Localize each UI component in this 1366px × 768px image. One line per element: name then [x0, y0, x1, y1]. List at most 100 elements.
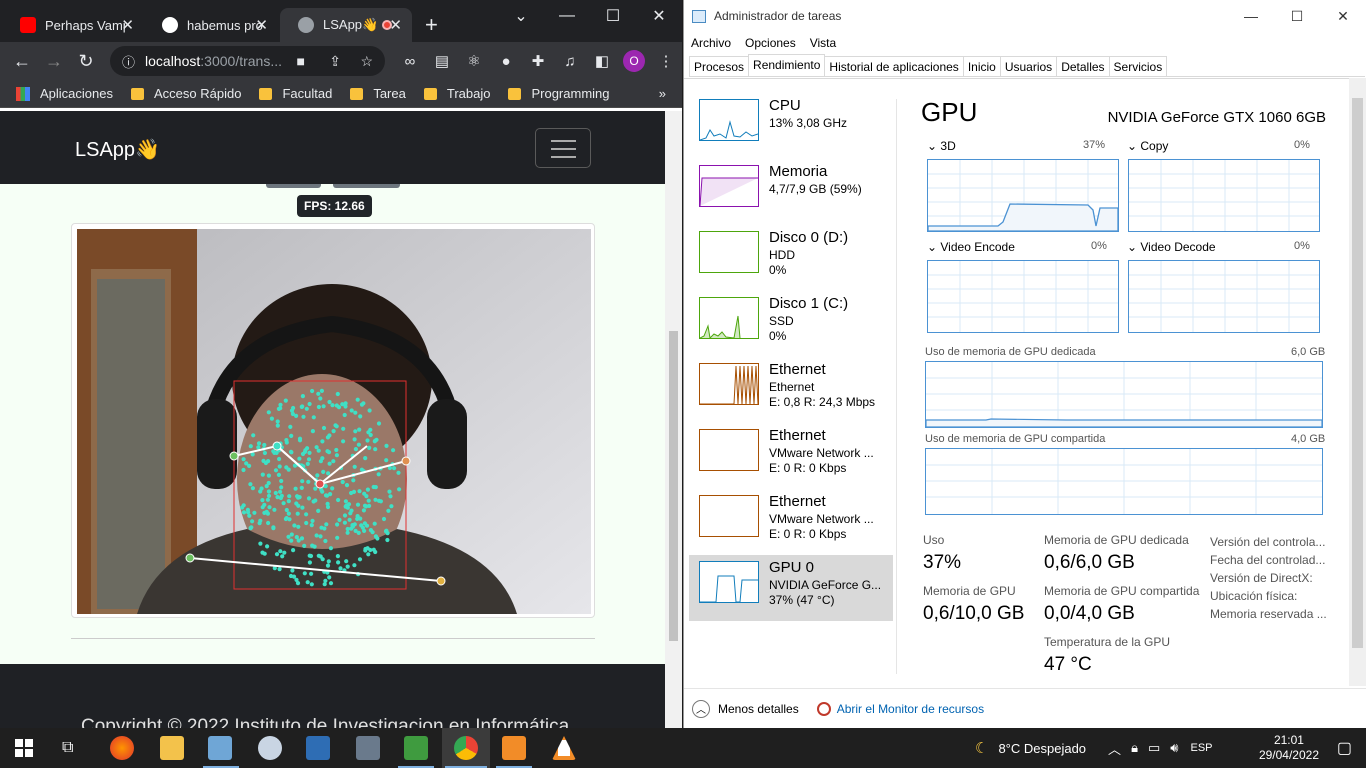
- file-explorer-icon[interactable]: [160, 736, 184, 760]
- engine-encode-percent: 0%: [1091, 240, 1107, 252]
- bookmark-folder[interactable]: Trabajo: [423, 86, 490, 101]
- extension-glasses-icon[interactable]: ∞: [394, 53, 426, 70]
- close-window-button[interactable]: ✕: [636, 0, 682, 32]
- task-view-icon[interactable]: ⧉: [62, 739, 73, 757]
- url-host: localhost: [145, 53, 201, 69]
- close-icon[interactable]: ✕: [389, 16, 402, 34]
- resource-monitor-link[interactable]: Abrir el Monitor de recursos: [816, 701, 984, 716]
- minimize-button[interactable]: —: [1228, 0, 1274, 32]
- sublime-text-icon[interactable]: [502, 736, 526, 760]
- weather-label[interactable]: 8°C Despejado: [998, 741, 1086, 756]
- chevron-up-icon[interactable]: ︿: [1108, 739, 1121, 758]
- bookmark-folder[interactable]: Facultad: [259, 86, 332, 101]
- engine-3d-graph: [927, 159, 1119, 232]
- tab-inicio[interactable]: Inicio: [962, 56, 1001, 76]
- resource-item-2[interactable]: Disco 0 (D:) HDD 0%: [689, 225, 893, 291]
- tab-lsapp[interactable]: LSApp👋 ✕: [280, 8, 412, 42]
- engine-encode-dropdown[interactable]: ⌄ Video Encode: [927, 240, 1015, 254]
- forward-button[interactable]: →: [38, 51, 70, 72]
- reload-button[interactable]: ↻: [70, 51, 102, 72]
- resource-item-4[interactable]: Ethernet Ethernet E: 0,8 R: 24,3 Mbps: [689, 357, 893, 423]
- side-panel-icon[interactable]: ◧: [586, 52, 618, 70]
- language-indicator[interactable]: ESP: [1190, 742, 1212, 754]
- resource-item-7[interactable]: GPU 0 NVIDIA GeForce G... 37% (47 °C): [689, 555, 893, 621]
- clock-time: 21:01: [1273, 733, 1304, 747]
- extension-color-icon[interactable]: ●: [490, 53, 522, 70]
- resource-item-1[interactable]: Memoria 4,7/7,9 GB (59%): [689, 159, 893, 225]
- address-bar[interactable]: ⓘ localhost :3000/trans... ■ ⇪ ☆: [110, 46, 385, 76]
- clock[interactable]: 21:01 29/04/2022: [1259, 733, 1319, 763]
- calculator-icon[interactable]: [356, 736, 380, 760]
- tab-historial[interactable]: Historial de aplicaciones: [824, 56, 964, 76]
- volume-icon[interactable]: 🔊︎: [1170, 740, 1178, 756]
- menu-archivo[interactable]: Archivo: [691, 36, 731, 50]
- screen-app-icon[interactable]: [208, 736, 232, 760]
- tab-servicios[interactable]: Servicios: [1108, 56, 1168, 76]
- paint-icon[interactable]: [258, 736, 282, 760]
- stat-dedicated-memory: Memoria de GPU dedicada 0,6/6,0 GB: [1044, 533, 1189, 573]
- firefox-icon[interactable]: [110, 736, 134, 760]
- resource-item-0[interactable]: CPU 13% 3,08 GHz: [689, 93, 893, 159]
- media-control-icon[interactable]: ♫: [554, 53, 586, 70]
- tab-usuarios[interactable]: Usuarios: [999, 56, 1058, 76]
- navbar-toggler-button[interactable]: [535, 128, 591, 168]
- resource-item-6[interactable]: Ethernet VMware Network ... E: 0 R: 0 Kbps: [689, 489, 893, 555]
- tm-scrollbar[interactable]: [1349, 78, 1366, 686]
- menu-opciones[interactable]: Opciones: [745, 36, 796, 50]
- bookmarks-overflow-icon[interactable]: »: [659, 86, 666, 101]
- extension-doc-icon[interactable]: ▤: [426, 52, 458, 70]
- new-tab-button[interactable]: +: [425, 12, 438, 38]
- profile-avatar[interactable]: O: [623, 50, 645, 72]
- chevron-down-icon[interactable]: ⌄: [498, 0, 544, 32]
- notifications-icon[interactable]: ▢: [1337, 738, 1352, 758]
- chrome-icon[interactable]: [454, 736, 478, 760]
- tab-rendimiento[interactable]: Rendimiento: [748, 54, 826, 76]
- tab-github[interactable]: habemus pro ✕: [144, 8, 278, 42]
- maximize-button[interactable]: ☐: [590, 0, 636, 32]
- tab-procesos[interactable]: Procesos: [689, 56, 750, 76]
- menu-kebab-icon[interactable]: ⋮: [650, 52, 682, 70]
- app-brand[interactable]: LSApp👋: [75, 137, 160, 162]
- control-button[interactable]: [333, 184, 400, 188]
- bookmarks-bar: Aplicaciones Acceso Rápido Facultad Tare…: [0, 80, 682, 108]
- tab-detalles[interactable]: Detalles: [1056, 56, 1110, 76]
- clock-date: 29/04/2022: [1258, 748, 1319, 762]
- lock-icon[interactable]: 🔒︎: [1131, 740, 1138, 756]
- network-icon[interactable]: ▭: [1148, 740, 1160, 756]
- menu-vista[interactable]: Vista: [810, 36, 836, 50]
- resource-item-3[interactable]: Disco 1 (C:) SSD 0%: [689, 291, 893, 357]
- star-icon[interactable]: ☆: [360, 53, 373, 70]
- engine-copy-dropdown[interactable]: ⌄ Copy: [1127, 139, 1168, 153]
- bookmark-folder[interactable]: Acceso Rápido: [131, 86, 241, 101]
- task-manager-taskbar-icon[interactable]: [404, 736, 428, 760]
- webcam-video: [77, 229, 591, 614]
- folder-icon: [131, 87, 144, 100]
- control-button[interactable]: [266, 184, 321, 188]
- vlc-icon[interactable]: [552, 736, 576, 760]
- back-button[interactable]: ←: [6, 51, 38, 72]
- less-details-link[interactable]: Menos detalles: [718, 702, 799, 716]
- close-icon[interactable]: ✕: [121, 16, 134, 34]
- resource-item-5[interactable]: Ethernet VMware Network ... E: 0 R: 0 Kbps: [689, 423, 893, 489]
- tab-youtube[interactable]: Perhaps Vamp ✕: [2, 8, 144, 42]
- extensions-puzzle-icon[interactable]: ✚: [522, 52, 554, 70]
- extension-react-icon[interactable]: ⚛: [458, 52, 490, 70]
- start-windows-icon[interactable]: [15, 739, 33, 757]
- close-icon[interactable]: ✕: [255, 16, 268, 34]
- bookmark-apps[interactable]: Aplicaciones: [16, 86, 113, 101]
- chevron-up-icon[interactable]: ︿: [692, 699, 710, 718]
- page-scrollbar[interactable]: [665, 111, 682, 728]
- minimize-button[interactable]: —: [544, 0, 590, 32]
- url-path: :3000/trans...: [200, 53, 282, 69]
- engine-decode-dropdown[interactable]: ⌄ Video Decode: [1127, 240, 1216, 254]
- camera-icon[interactable]: ■: [297, 53, 305, 69]
- engine-3d-dropdown[interactable]: ⌄ 3D: [927, 139, 956, 153]
- network-app-icon[interactable]: [306, 736, 330, 760]
- share-icon[interactable]: ⇪: [329, 53, 341, 70]
- bookmark-folder[interactable]: Tarea: [350, 86, 406, 101]
- maximize-button[interactable]: ☐: [1274, 0, 1320, 32]
- stat-shared-memory: Memoria de GPU compartida 0,0/4,0 GB: [1044, 584, 1200, 624]
- close-window-button[interactable]: ✕: [1320, 0, 1366, 32]
- info-icon[interactable]: ⓘ: [122, 52, 135, 71]
- bookmark-folder[interactable]: Programming: [508, 86, 610, 101]
